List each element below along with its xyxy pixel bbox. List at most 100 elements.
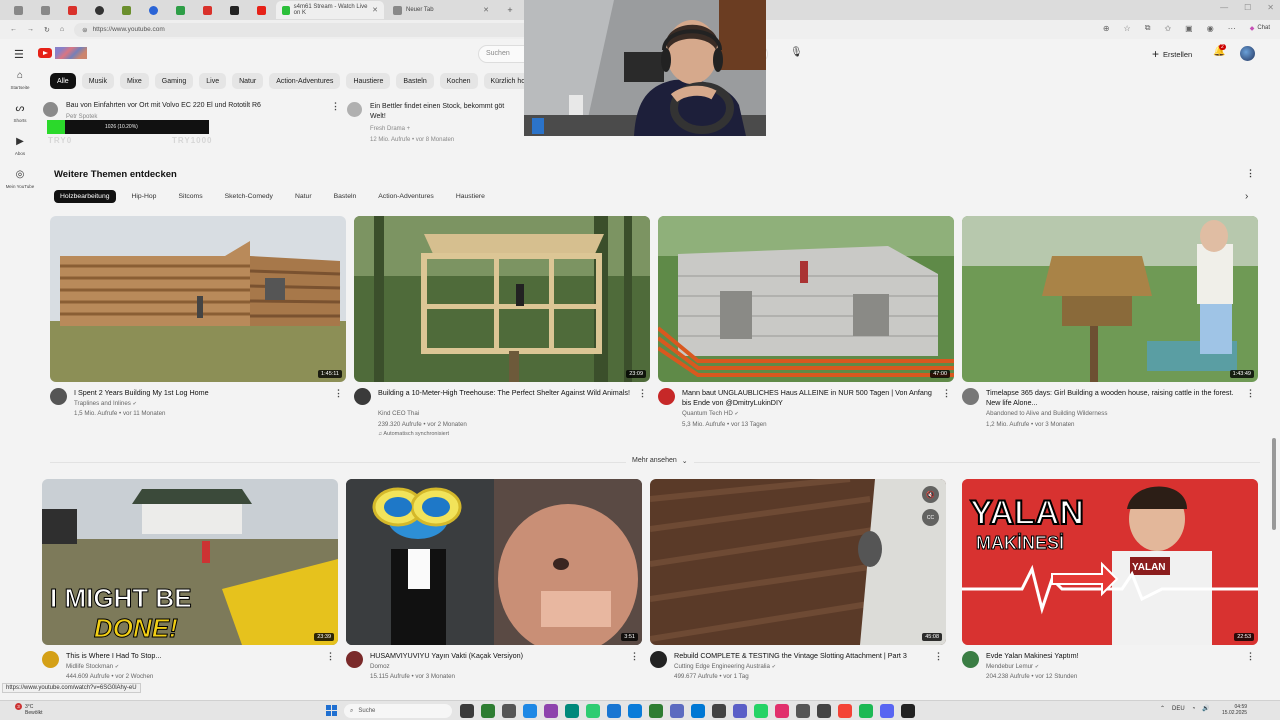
taskbar-app-icon[interactable] <box>754 704 768 718</box>
topic-chip[interactable]: Sketch-Comedy <box>219 190 279 203</box>
close-tab-icon[interactable]: ✕ <box>372 6 378 14</box>
more-options-icon[interactable]: ⋮ <box>934 651 943 662</box>
pinned-tab[interactable] <box>249 2 273 18</box>
filter-chip[interactable]: Mixe <box>119 73 149 89</box>
pinned-tab[interactable] <box>60 2 84 18</box>
video-thumbnail[interactable]: I MIGHT BE DONE! 23:39 <box>42 479 338 645</box>
volume-icon[interactable]: 🔊 <box>1202 705 1209 712</box>
video-title[interactable]: Evde Yalan Makinesi Yaptım! <box>986 651 1244 661</box>
wifi-icon[interactable]: ◔ <box>1192 706 1196 712</box>
channel-avatar[interactable] <box>347 102 362 117</box>
pinned-tab[interactable] <box>114 2 138 18</box>
taskbar-app-icon[interactable] <box>607 704 621 718</box>
video-channel[interactable]: Traplines and Inlines ✔ <box>74 400 137 407</box>
taskbar-app-icon[interactable] <box>628 704 642 718</box>
more-options-icon[interactable]: ⋮ <box>638 388 647 399</box>
channel-avatar[interactable] <box>43 102 58 117</box>
extensions-icon[interactable]: ⧉ <box>1145 23 1151 33</box>
bookmark-star-icon[interactable]: ☆ <box>1124 24 1131 33</box>
video-thumbnail[interactable]: 1:43:49 <box>962 216 1258 382</box>
new-tab-button[interactable]: + <box>498 2 522 18</box>
video-channel[interactable]: Abandoned to Alive and Building Wilderne… <box>986 410 1107 417</box>
topic-chip[interactable]: Holzbearbeitung <box>54 190 116 203</box>
section-more-icon[interactable]: ⋮ <box>1246 168 1255 179</box>
taskbar-app-icon[interactable] <box>565 704 579 718</box>
account-avatar[interactable] <box>1240 46 1255 61</box>
video-title[interactable]: HUSAMVIYUVIYU Yayın Vakti (Kaçak Versiyo… <box>370 651 628 661</box>
topic-chip[interactable]: Action-Adventures <box>372 190 440 203</box>
video-channel[interactable]: Mendebur Lemur ✔ <box>986 663 1039 670</box>
taskbar-app-icon[interactable] <box>880 704 894 718</box>
page-scrollbar[interactable] <box>1271 70 1277 700</box>
filter-chip[interactable]: Alle <box>50 73 76 89</box>
taskbar-app-icon[interactable] <box>838 704 852 718</box>
video-channel[interactable]: Cutting Edge Engineering Australia ✔ <box>674 663 776 670</box>
taskbar-app-icon[interactable] <box>544 704 558 718</box>
profile-icon[interactable]: ◉ <box>1207 24 1214 33</box>
pinned-tab[interactable] <box>87 2 111 18</box>
topic-chip[interactable]: Sitcoms <box>172 190 208 203</box>
more-options-icon[interactable]: ⋮ <box>334 388 343 399</box>
video-thumbnail[interactable]: YALAN MAKİNESİ YALAN 22:53 <box>962 479 1258 645</box>
taskbar-app-icon[interactable] <box>481 704 495 718</box>
chevron-right-icon[interactable]: › <box>1245 191 1248 202</box>
taskbar-app-icon[interactable] <box>460 704 474 718</box>
video-title[interactable]: Mann baut UNGLAUBLICHES Haus ALLEINE in … <box>682 388 940 408</box>
taskbar-app-icon[interactable] <box>670 704 684 718</box>
sidebar-item-you[interactable]: ◎ Mein YouTube <box>0 169 40 189</box>
weather-widget[interactable]: 3°C Bewölkt <box>25 704 43 716</box>
close-window-icon[interactable]: ✕ <box>1267 3 1274 12</box>
youtube-logo-icon[interactable] <box>38 48 52 58</box>
video-channel[interactable]: Domoz <box>370 663 390 670</box>
channel-avatar[interactable] <box>962 651 979 668</box>
video-title[interactable]: This is Where I Had To Stop... <box>66 651 324 661</box>
video-preview[interactable]: 🔇 CC 45:08 <box>650 479 946 645</box>
pinned-tab[interactable] <box>168 2 192 18</box>
collections-icon[interactable]: ▣ <box>1185 24 1193 33</box>
video-title[interactable]: Timelapse 365 days: Girl Building a wood… <box>986 388 1244 408</box>
maximize-icon[interactable]: ☐ <box>1244 3 1251 12</box>
home-button-icon[interactable]: ⌂ <box>60 26 64 33</box>
favorites-icon[interactable]: ✩ <box>1164 24 1171 33</box>
show-more-button[interactable]: Mehr ansehen ⌄ <box>626 457 694 465</box>
taskbar-app-icon[interactable] <box>796 704 810 718</box>
pinned-tab[interactable] <box>222 2 246 18</box>
topic-chip[interactable]: Haustiere <box>450 190 491 203</box>
zoom-icon[interactable]: ⊕ <box>1103 24 1110 33</box>
taskbar-app-icon[interactable] <box>901 704 915 718</box>
forward-icon[interactable]: → <box>27 26 34 33</box>
video-title[interactable]: I Spent 2 Years Building My 1st Log Home <box>74 388 332 398</box>
taskbar-app-icon[interactable] <box>649 704 663 718</box>
pinned-tab[interactable] <box>195 2 219 18</box>
minimize-icon[interactable]: — <box>1220 3 1228 12</box>
video-channel[interactable]: Kind CEO Thai <box>378 410 419 417</box>
url-field[interactable]: ⊜ https://www.youtube.com <box>74 22 545 37</box>
close-tab-icon[interactable]: ✕ <box>483 6 489 14</box>
video-title[interactable]: Rebuild COMPLETE & TESTING the Vintage S… <box>674 651 932 661</box>
more-options-icon[interactable]: ⋮ <box>942 388 951 399</box>
video-thumbnail[interactable]: 23:09 <box>354 216 650 382</box>
taskbar-search[interactable]: ⌕ Suche <box>344 704 452 718</box>
taskbar-app-icon[interactable] <box>712 704 726 718</box>
windows-start-icon[interactable] <box>326 705 337 716</box>
channel-avatar[interactable] <box>354 388 371 405</box>
captions-button[interactable]: CC <box>922 509 939 526</box>
create-button[interactable]: + Erstellen <box>1152 47 1192 61</box>
channel-avatar[interactable] <box>42 651 59 668</box>
taskbar-app-icon[interactable] <box>691 704 705 718</box>
channel-avatar[interactable] <box>658 388 675 405</box>
video-thumbnail[interactable]: 3:51 <box>346 479 642 645</box>
tab-kick-stream[interactable]: s4m61 Stream - Watch Live on K ✕ <box>276 1 384 19</box>
more-options-icon[interactable]: ⋮ <box>331 101 340 112</box>
filter-chip[interactable]: Musik <box>81 73 114 89</box>
mute-icon[interactable]: 🔇 <box>922 486 939 503</box>
channel-avatar[interactable] <box>50 388 67 405</box>
more-options-icon[interactable]: ⋮ <box>1246 388 1255 399</box>
video-thumbnail[interactable]: 1:45:11 <box>50 216 346 382</box>
taskbar-app-icon[interactable] <box>586 704 600 718</box>
topic-chip[interactable]: Basteln <box>328 190 363 203</box>
more-options-icon[interactable]: ⋮ <box>630 651 639 662</box>
more-options-icon[interactable]: ⋮ <box>326 651 335 662</box>
reload-icon[interactable]: ↻ <box>44 26 50 34</box>
video-title[interactable]: Ein Bettler findet einen Stock, bekommt … <box>370 102 530 122</box>
